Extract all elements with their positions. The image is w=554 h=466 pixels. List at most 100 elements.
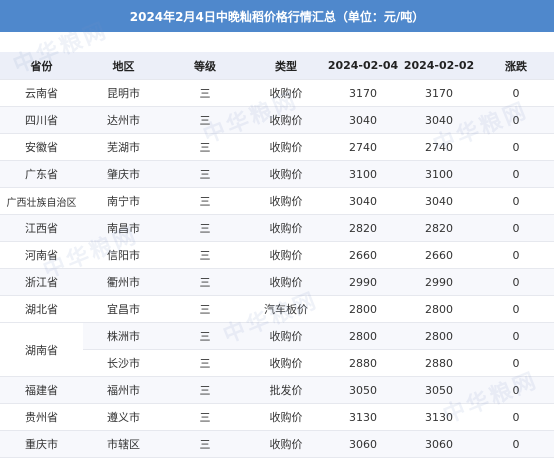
cell-type: 收购价	[246, 322, 326, 350]
cell-province: 四川省	[0, 106, 83, 134]
header-province: 省份	[0, 52, 83, 80]
cell-price-date-1: 3040	[326, 106, 400, 134]
cell-price-date-2: 2990	[400, 268, 478, 296]
cell-province: 江西省	[0, 214, 83, 242]
cell-type: 收购价	[246, 403, 326, 431]
header-type: 类型	[246, 52, 326, 80]
cell-change: 0	[478, 187, 554, 215]
cell-price-date-2: 2880	[400, 349, 478, 377]
cell-province: 重庆市	[0, 430, 83, 458]
table-row: 湖南省 株洲市 三 收购价 2800 2800 0	[0, 322, 554, 377]
cell-province: 浙江省	[0, 268, 83, 296]
cell-province: 广东省	[0, 160, 83, 188]
cell-change: 0	[478, 133, 554, 161]
cell-region: 昆明市	[83, 79, 164, 107]
cell-type: 收购价	[246, 349, 326, 377]
table-row: 广西壮族自治区 南宁市 三 收购价 3040 3040 0	[0, 187, 554, 215]
table-row: 浙江省 衢州市 三 收购价 2990 2990 0	[0, 268, 554, 296]
header-date-1: 2024-02-04	[326, 52, 400, 80]
header-date-2: 2024-02-02	[400, 52, 478, 80]
cell-type: 收购价	[246, 79, 326, 107]
cell-price-date-2: 3130	[400, 403, 478, 431]
table-header-row: 省份 地区 等级 类型 2024-02-04 2024-02-02 涨跌	[0, 52, 554, 80]
table-row: 重庆市 市辖区 三 收购价 3060 3060 0	[0, 430, 554, 458]
table-row: 广东省 肇庆市 三 收购价 3100 3100 0	[0, 160, 554, 188]
table-row: 四川省 达州市 三 收购价 3040 3040 0	[0, 106, 554, 134]
cell-grade: 三	[164, 430, 246, 458]
cell-region: 南宁市	[83, 187, 164, 215]
cell-change: 0	[478, 349, 554, 377]
cell-grade: 三	[164, 187, 246, 215]
cell-region: 福州市	[83, 376, 164, 404]
cell-price-date-2: 3040	[400, 106, 478, 134]
table-row: 长沙市 三 收购价 2880 2880 0	[0, 349, 554, 377]
table-row: 福建省 福州市 三 批发价 3050 3050 0	[0, 376, 554, 404]
cell-type: 收购价	[246, 160, 326, 188]
cell-change: 0	[478, 295, 554, 323]
cell-price-date-1: 2740	[326, 133, 400, 161]
header-region: 地区	[83, 52, 164, 80]
cell-change: 0	[478, 106, 554, 134]
cell-price-date-1: 3060	[326, 430, 400, 458]
cell-region: 肇庆市	[83, 160, 164, 188]
cell-price-date-2: 3040	[400, 187, 478, 215]
cell-region: 遵义市	[83, 403, 164, 431]
cell-province: 河南省	[0, 241, 83, 269]
cell-change: 0	[478, 430, 554, 458]
cell-grade: 三	[164, 403, 246, 431]
cell-change: 0	[478, 376, 554, 404]
cell-type: 收购价	[246, 241, 326, 269]
cell-change: 0	[478, 241, 554, 269]
cell-grade: 三	[164, 322, 246, 350]
cell-type: 收购价	[246, 430, 326, 458]
cell-price-date-1: 2820	[326, 214, 400, 242]
cell-grade: 三	[164, 214, 246, 242]
price-table: 省份 地区 等级 类型 2024-02-04 2024-02-02 涨跌 云南省…	[0, 52, 554, 458]
cell-change: 0	[478, 79, 554, 107]
cell-price-date-1: 2800	[326, 295, 400, 323]
cell-region: 株洲市	[83, 322, 164, 350]
cell-type: 收购价	[246, 133, 326, 161]
table-title: 2024年2月4日中晚籼稻价格行情汇总（单位：元/吨）	[0, 0, 554, 32]
cell-region: 市辖区	[83, 430, 164, 458]
cell-type: 收购价	[246, 214, 326, 242]
cell-price-date-1: 3050	[326, 376, 400, 404]
cell-change: 0	[478, 268, 554, 296]
cell-grade: 三	[164, 295, 246, 323]
cell-province: 云南省	[0, 79, 83, 107]
cell-type: 收购价	[246, 187, 326, 215]
table-row: 湖北省 宜昌市 三 汽车板价 2800 2800 0	[0, 295, 554, 323]
cell-price-date-1: 2800	[326, 322, 400, 350]
header-gap	[0, 32, 554, 52]
cell-price-date-1: 2990	[326, 268, 400, 296]
cell-price-date-2: 2800	[400, 322, 478, 350]
cell-type: 汽车板价	[246, 295, 326, 323]
cell-price-date-2: 3050	[400, 376, 478, 404]
cell-price-date-2: 2660	[400, 241, 478, 269]
cell-price-date-1: 3040	[326, 187, 400, 215]
cell-region: 宜昌市	[83, 295, 164, 323]
table-row: 江西省 南昌市 三 收购价 2820 2820 0	[0, 214, 554, 242]
cell-type: 收购价	[246, 268, 326, 296]
cell-region: 南昌市	[83, 214, 164, 242]
cell-type: 批发价	[246, 376, 326, 404]
header-change: 涨跌	[478, 52, 554, 80]
cell-grade: 三	[164, 376, 246, 404]
cell-price-date-1: 2880	[326, 349, 400, 377]
table-row: 贵州省 遵义市 三 收购价 3130 3130 0	[0, 403, 554, 431]
cell-grade: 三	[164, 133, 246, 161]
cell-change: 0	[478, 403, 554, 431]
cell-type: 收购价	[246, 106, 326, 134]
cell-region: 衢州市	[83, 268, 164, 296]
cell-province: 湖南省	[0, 322, 83, 377]
cell-region: 长沙市	[83, 349, 164, 377]
cell-province: 福建省	[0, 376, 83, 404]
cell-price-date-1: 2660	[326, 241, 400, 269]
cell-price-date-2: 3100	[400, 160, 478, 188]
cell-region: 达州市	[83, 106, 164, 134]
cell-grade: 三	[164, 241, 246, 269]
cell-province: 湖北省	[0, 295, 83, 323]
cell-price-date-1: 3130	[326, 403, 400, 431]
cell-region: 信阳市	[83, 241, 164, 269]
cell-price-date-2: 3170	[400, 79, 478, 107]
